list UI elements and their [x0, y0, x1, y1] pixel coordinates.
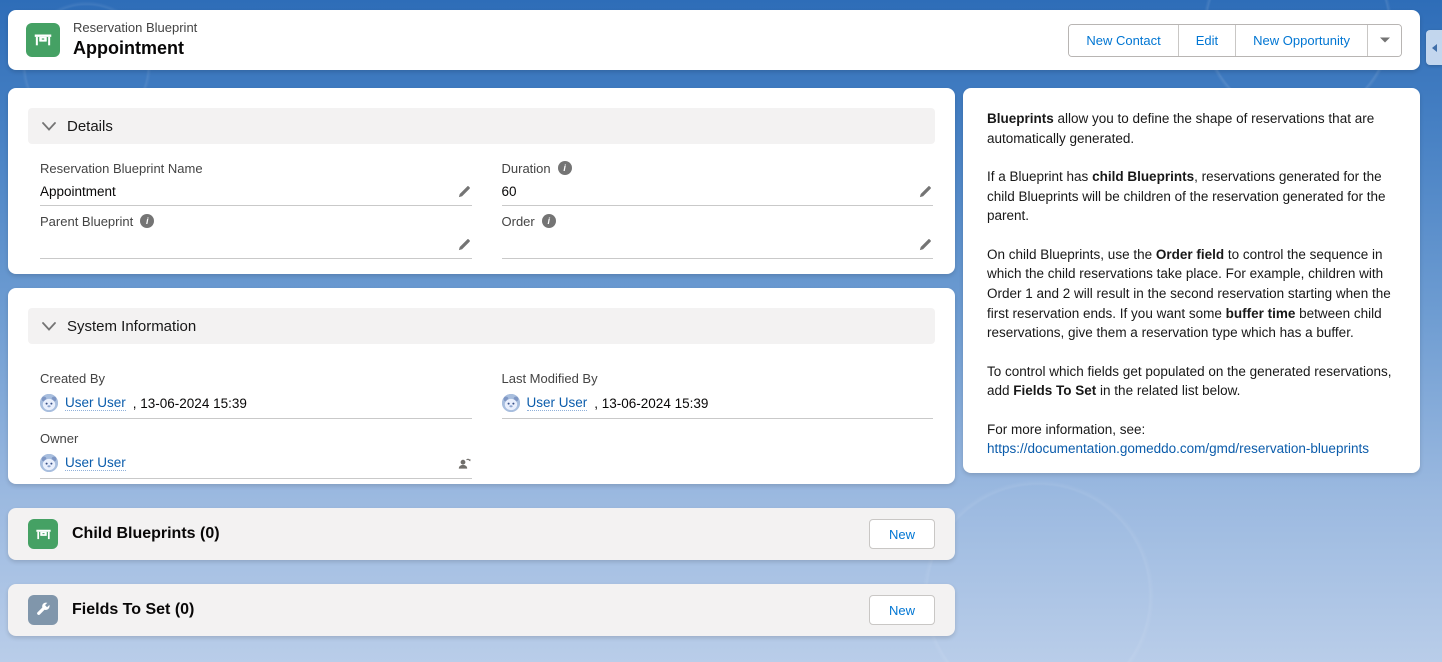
user-avatar-icon	[502, 394, 520, 412]
field-created-by: Created By User User , 13-06-2024 15:39	[40, 368, 472, 419]
child-blueprints-related-list: Child Blueprints (0) New	[8, 508, 955, 560]
record-type-label: Reservation Blueprint	[73, 21, 197, 36]
details-section-header[interactable]: Details	[28, 108, 935, 144]
field-label: Last Modified By	[502, 368, 934, 388]
owner-user-link[interactable]: User User	[65, 455, 126, 471]
collapse-panel-tab[interactable]	[1426, 30, 1442, 65]
chevron-down-icon	[1379, 36, 1391, 44]
avatar	[40, 394, 58, 412]
field-label: Duration	[502, 161, 551, 176]
more-actions-button[interactable]	[1367, 25, 1401, 56]
chevron-down-icon	[42, 122, 56, 131]
help-paragraph: Blueprints allow you to define the shape…	[987, 109, 1396, 148]
help-text: If a Blueprint has	[987, 169, 1092, 184]
field-label: Order	[502, 214, 535, 229]
reservation-blueprint-icon	[26, 23, 60, 57]
wrench-icon	[34, 601, 52, 619]
field-value: 60	[502, 184, 919, 199]
help-paragraph: If a Blueprint has child Blueprints, res…	[987, 167, 1396, 226]
help-text: For more information, see:	[987, 422, 1145, 437]
new-child-blueprint-button[interactable]: New	[869, 519, 935, 549]
field-order: Order i	[502, 211, 934, 259]
field-last-modified-by: Last Modified By User User , 13-06-2024 …	[502, 368, 934, 419]
fields-to-set-related-list: Fields To Set (0) New	[8, 584, 955, 636]
system-information-section-header[interactable]: System Information	[28, 308, 935, 344]
field-label: Reservation Blueprint Name	[40, 158, 472, 178]
field-label: Owner	[40, 428, 472, 448]
last-modified-date: , 13-06-2024 15:39	[594, 396, 708, 411]
user-avatar-icon	[40, 454, 58, 472]
help-bold: Order field	[1156, 247, 1224, 262]
chevron-left-icon	[1430, 43, 1438, 53]
field-duration: Duration i 60	[502, 158, 934, 206]
pencil-icon	[918, 237, 933, 252]
pencil-icon	[457, 184, 472, 199]
child-blueprints-icon	[28, 519, 58, 549]
change-owner-icon	[456, 455, 472, 471]
help-paragraph: For more information, see: https://docum…	[987, 420, 1396, 459]
record-header: Reservation Blueprint Appointment New Co…	[8, 10, 1420, 70]
created-by-user-link[interactable]: User User	[65, 395, 126, 411]
new-field-to-set-button[interactable]: New	[869, 595, 935, 625]
section-title: System Information	[67, 318, 196, 335]
help-text: in the related list below.	[1096, 383, 1240, 398]
new-opportunity-button[interactable]: New Opportunity	[1235, 25, 1367, 56]
related-list-title[interactable]: Child Blueprints (0)	[72, 525, 220, 543]
field-value: Appointment	[40, 184, 457, 199]
pencil-icon	[918, 184, 933, 199]
edit-button[interactable]: Edit	[1178, 25, 1235, 56]
help-text: On child Blueprints, use the	[987, 247, 1156, 262]
info-icon[interactable]: i	[558, 161, 572, 175]
field-label: Parent Blueprint	[40, 214, 133, 229]
edit-parent-blueprint-button[interactable]	[457, 237, 472, 252]
user-avatar-icon	[40, 394, 58, 412]
edit-duration-button[interactable]	[918, 184, 933, 199]
info-icon[interactable]: i	[542, 214, 556, 228]
change-owner-button[interactable]	[456, 455, 472, 471]
blueprint-help-panel: Blueprints allow you to define the shape…	[963, 88, 1420, 473]
help-bold: Blueprints	[987, 111, 1054, 126]
last-modified-by-user-link[interactable]: User User	[527, 395, 588, 411]
field-reservation-blueprint-name: Reservation Blueprint Name Appointment	[40, 158, 472, 206]
help-paragraph: On child Blueprints, use the Order field…	[987, 245, 1396, 343]
page-title: Appointment	[73, 38, 197, 59]
desk-icon	[34, 525, 53, 544]
help-bold: buffer time	[1226, 306, 1296, 321]
edit-name-button[interactable]	[457, 184, 472, 199]
system-information-card: System Information Created By User User …	[8, 288, 955, 484]
desk-icon	[32, 29, 54, 51]
app-background: { "colors": {"accent": "#0176d3", "link"…	[0, 0, 1442, 662]
details-card: Details Reservation Blueprint Name Appoi…	[8, 88, 955, 274]
avatar	[40, 454, 58, 472]
help-bold: Fields To Set	[1013, 383, 1096, 398]
help-paragraph: To control which fields get populated on…	[987, 362, 1396, 401]
section-title: Details	[67, 118, 113, 135]
field-owner: Owner User User	[40, 428, 472, 479]
help-bold: child Blueprints	[1092, 169, 1194, 184]
chevron-down-icon	[42, 322, 56, 331]
fields-to-set-icon	[28, 595, 58, 625]
avatar	[502, 394, 520, 412]
field-label: Created By	[40, 368, 472, 388]
action-button-group: New Contact Edit New Opportunity	[1068, 24, 1402, 57]
created-date: , 13-06-2024 15:39	[133, 396, 247, 411]
pencil-icon	[457, 237, 472, 252]
field-parent-blueprint: Parent Blueprint i	[40, 211, 472, 259]
new-contact-button[interactable]: New Contact	[1069, 25, 1177, 56]
related-list-title[interactable]: Fields To Set (0)	[72, 601, 194, 619]
info-icon[interactable]: i	[140, 214, 154, 228]
edit-order-button[interactable]	[918, 237, 933, 252]
documentation-link[interactable]: https://documentation.gomeddo.com/gmd/re…	[987, 441, 1369, 456]
